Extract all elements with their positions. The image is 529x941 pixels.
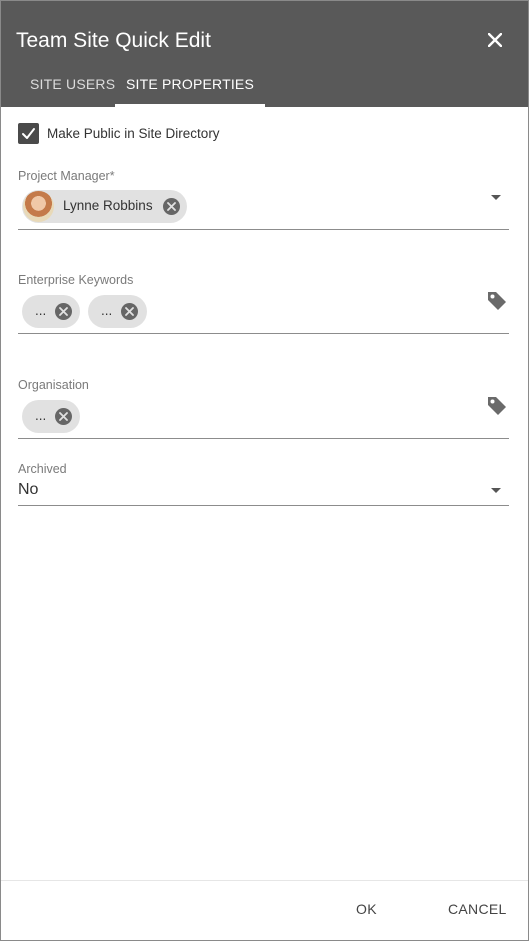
close-icon (487, 32, 503, 48)
remove-organisation-button[interactable] (55, 408, 72, 425)
archived-label: Archived (18, 462, 67, 476)
project-manager-label: Project Manager* (18, 169, 115, 183)
archived-field[interactable]: Archived No (18, 462, 509, 508)
tag-icon[interactable] (486, 395, 508, 417)
dialog-title: Team Site Quick Edit (16, 29, 211, 52)
chevron-down-icon[interactable] (491, 488, 501, 493)
tab-label: SITE PROPERTIES (126, 76, 254, 92)
organisation-chip[interactable]: ... (22, 400, 80, 433)
enterprise-keywords-label: Enterprise Keywords (18, 273, 134, 287)
archived-value: No (18, 481, 39, 498)
remove-keyword-button[interactable] (121, 303, 138, 320)
chevron-down-icon[interactable] (491, 195, 501, 200)
field-underline (18, 229, 509, 230)
keyword-chip[interactable]: ... (88, 295, 147, 328)
quick-edit-panel: Team Site Quick Edit SITE USERS SITE PRO… (0, 0, 529, 941)
tab-site-properties[interactable]: SITE PROPERTIES (115, 65, 265, 107)
tab-site-users[interactable]: SITE USERS (30, 65, 115, 107)
person-name: Lynne Robbins (63, 198, 153, 213)
remove-icon (59, 412, 68, 421)
avatar (23, 191, 54, 222)
organisation-text: ... (35, 408, 47, 423)
tab-bar: SITE USERS SITE PROPERTIES (1, 65, 528, 107)
field-underline (18, 438, 509, 439)
dialog-header: Team Site Quick Edit SITE USERS SITE PRO… (1, 1, 528, 107)
remove-icon (125, 307, 134, 316)
field-underline (18, 505, 509, 506)
tag-icon[interactable] (486, 290, 508, 312)
keyword-chip[interactable]: ... (22, 295, 80, 328)
people-chip[interactable]: Lynne Robbins (22, 190, 187, 223)
remove-icon (59, 307, 68, 316)
organisation-label: Organisation (18, 378, 89, 392)
enterprise-keywords-field: Enterprise Keywords ... ... (18, 273, 509, 335)
project-manager-field: Project Manager* Lynne Robbins (18, 169, 509, 231)
remove-person-button[interactable] (163, 198, 180, 215)
field-underline (18, 333, 509, 334)
remove-keyword-button[interactable] (55, 303, 72, 320)
make-public-label: Make Public in Site Directory (47, 126, 220, 141)
keyword-text: ... (35, 303, 47, 318)
close-button[interactable] (484, 29, 506, 51)
remove-icon (167, 202, 176, 211)
make-public-checkbox[interactable] (18, 123, 39, 144)
cancel-button[interactable]: CANCEL (448, 901, 507, 917)
checkmark-icon (22, 128, 35, 139)
active-tab-indicator (115, 104, 265, 107)
ok-button[interactable]: OK (356, 901, 377, 917)
organisation-field: Organisation ... (18, 378, 509, 440)
footer-divider (1, 880, 528, 881)
keyword-text: ... (101, 303, 113, 318)
tab-label: SITE USERS (30, 76, 116, 92)
